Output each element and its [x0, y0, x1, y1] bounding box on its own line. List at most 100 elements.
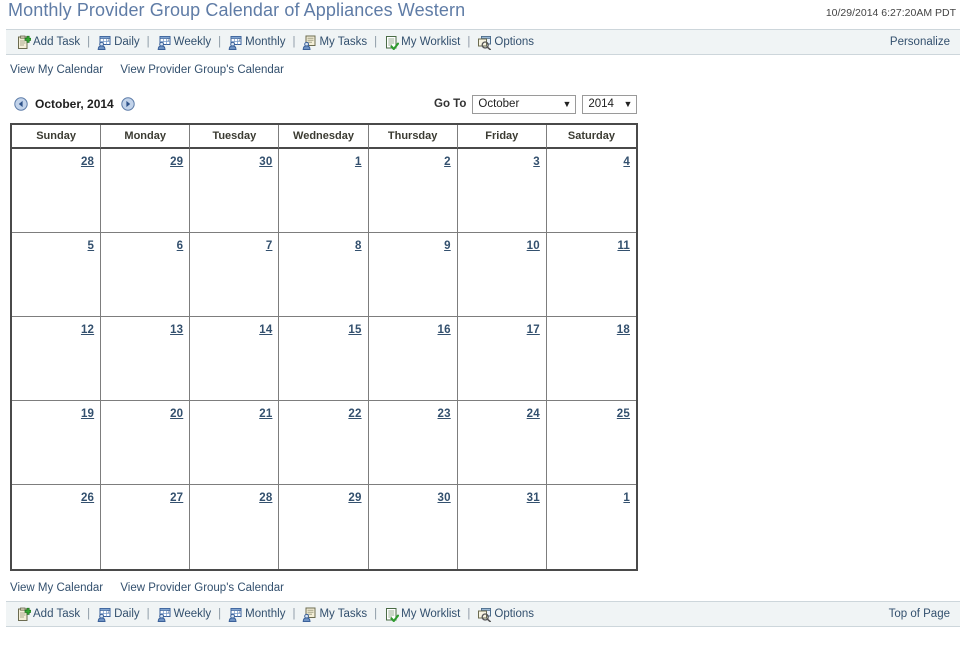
calendar-day-cell[interactable]: 1 [546, 485, 636, 569]
day-number-link[interactable]: 5 [88, 240, 95, 252]
calendar-day-cell[interactable]: 22 [279, 401, 369, 485]
toolbar-item-my-worklist-bottom[interactable]: My Worklist [384, 607, 460, 622]
day-number-link[interactable]: 30 [438, 492, 451, 504]
toolbar-item-monthly-bottom[interactable]: 1 Monthly [228, 607, 285, 622]
goto-label: Go To [434, 98, 467, 110]
calendar-day-cell[interactable]: 15 [279, 317, 369, 401]
arrow-left-circle-icon[interactable] [14, 97, 28, 111]
toolbar-item-label: Weekly [173, 608, 212, 620]
day-number-link[interactable]: 29 [348, 492, 361, 504]
toolbar-item-daily-bottom[interactable]: 1 Daily [97, 607, 140, 622]
calendar-day-cell[interactable]: 27 [101, 485, 191, 569]
day-number-link[interactable]: 9 [444, 240, 451, 252]
day-number-link[interactable]: 22 [348, 408, 361, 420]
toolbar-item-label: My Worklist [401, 608, 461, 620]
toolbar-item-add-task-bottom[interactable]: Add Task [16, 607, 80, 622]
year-select[interactable]: 2014 ▼ [582, 94, 638, 114]
day-number-link[interactable]: 14 [259, 324, 272, 336]
toolbar-item-label: Daily [114, 608, 140, 620]
calendar-day-cell[interactable]: 2 [368, 149, 458, 233]
day-number-link[interactable]: 8 [355, 240, 362, 252]
day-number-link[interactable]: 1 [355, 156, 362, 168]
calendar-day-cell[interactable]: 29 [279, 485, 369, 569]
page-title: Monthly Provider Group Calendar of Appli… [8, 0, 466, 20]
toolbar-item-options-bottom[interactable]: Options [477, 607, 534, 622]
calendar-day-cell[interactable]: 31 [457, 485, 547, 569]
calendar-day-cell[interactable]: 4 [546, 149, 636, 233]
toolbar-item-weekly-top[interactable]: 1 Weekly [157, 35, 211, 50]
top-of-page-link[interactable]: Top of Page [889, 608, 950, 620]
calendar-day-cell[interactable]: 24 [457, 401, 547, 485]
toolbar-top: Add Task | 1 Daily | 1 Weekly | 1 Monthly | My Task… [6, 29, 960, 55]
toolbar-item-monthly-top[interactable]: 1 Monthly [228, 35, 285, 50]
day-number-link[interactable]: 12 [81, 324, 94, 336]
toolbar-item-my-worklist-top[interactable]: My Worklist [384, 35, 460, 50]
calendar-day-cell[interactable]: 30 [368, 485, 458, 569]
day-number-link[interactable]: 10 [527, 240, 540, 252]
view-group-calendar-link-bottom[interactable]: View Provider Group's Calendar [120, 582, 284, 594]
calendar-day-cell[interactable]: 6 [101, 233, 191, 317]
day-number-link[interactable]: 30 [259, 156, 272, 168]
calendar-day-cell[interactable]: 17 [457, 317, 547, 401]
day-number-link[interactable]: 25 [617, 408, 630, 420]
day-number-link[interactable]: 20 [170, 408, 183, 420]
calendar-day-cell[interactable]: 30 [190, 149, 280, 233]
toolbar-item-options-top[interactable]: Options [477, 35, 534, 50]
calendar-day-cell[interactable]: 10 [457, 233, 547, 317]
day-number-link[interactable]: 27 [170, 492, 183, 504]
day-number-link[interactable]: 6 [177, 240, 184, 252]
day-number-link[interactable]: 11 [617, 240, 630, 252]
arrow-right-circle-icon[interactable] [121, 97, 135, 111]
day-number-link[interactable]: 17 [527, 324, 540, 336]
calendar-day-cell[interactable]: 19 [12, 401, 102, 485]
view-my-calendar-link-top[interactable]: View My Calendar [10, 64, 103, 76]
toolbar-item-add-task-top[interactable]: Add Task [16, 35, 80, 50]
day-number-link[interactable]: 29 [170, 156, 183, 168]
calendar-day-cell[interactable]: 3 [457, 149, 547, 233]
calendar-day-cell[interactable]: 18 [546, 317, 636, 401]
calendar-day-cell[interactable]: 23 [368, 401, 458, 485]
calendar-day-cell[interactable]: 21 [190, 401, 280, 485]
day-number-link[interactable]: 7 [266, 240, 273, 252]
day-number-link[interactable]: 2 [444, 156, 451, 168]
day-number-link[interactable]: 26 [81, 492, 94, 504]
day-number-link[interactable]: 31 [527, 492, 540, 504]
month-select[interactable]: October ▼ [472, 94, 577, 114]
day-number-link[interactable]: 23 [438, 408, 451, 420]
toolbar-item-daily-top[interactable]: 1 Daily [97, 35, 140, 50]
day-number-link[interactable]: 4 [623, 156, 630, 168]
day-number-link[interactable]: 15 [348, 324, 361, 336]
calendar-day-cell[interactable]: 28 [12, 149, 102, 233]
day-number-link[interactable]: 24 [527, 408, 540, 420]
calendar-day-cell[interactable]: 8 [279, 233, 369, 317]
day-number-link[interactable]: 28 [259, 492, 272, 504]
day-number-link[interactable]: 1 [623, 492, 630, 504]
personalize-link[interactable]: Personalize [890, 36, 950, 48]
calendar-day-cell[interactable]: 9 [368, 233, 458, 317]
day-number-link[interactable]: 16 [438, 324, 451, 336]
calendar-day-cell[interactable]: 12 [12, 317, 102, 401]
calendar-day-cell[interactable]: 1 [279, 149, 369, 233]
calendar-day-cell[interactable]: 25 [546, 401, 636, 485]
calendar-day-cell[interactable]: 13 [101, 317, 191, 401]
calendar-day-cell[interactable]: 14 [190, 317, 280, 401]
toolbar-item-weekly-bottom[interactable]: 1 Weekly [157, 607, 212, 622]
day-number-link[interactable]: 19 [81, 408, 94, 420]
day-number-link[interactable]: 21 [259, 408, 272, 420]
toolbar-item-my-tasks-top[interactable]: My Tasks [302, 35, 367, 50]
calendar-day-cell[interactable]: 28 [190, 485, 280, 569]
calendar-day-cell[interactable]: 20 [101, 401, 191, 485]
day-number-link[interactable]: 28 [81, 156, 94, 168]
view-my-calendar-link-bottom[interactable]: View My Calendar [10, 582, 103, 594]
calendar-day-cell[interactable]: 11 [546, 233, 636, 317]
day-number-link[interactable]: 18 [617, 324, 630, 336]
day-number-link[interactable]: 13 [170, 324, 183, 336]
calendar-day-cell[interactable]: 5 [12, 233, 102, 317]
toolbar-item-my-tasks-bottom[interactable]: My Tasks [302, 607, 367, 622]
calendar-day-cell[interactable]: 29 [101, 149, 191, 233]
view-group-calendar-link-top[interactable]: View Provider Group's Calendar [120, 64, 284, 76]
calendar-day-cell[interactable]: 26 [12, 485, 102, 569]
calendar-day-cell[interactable]: 7 [190, 233, 280, 317]
calendar-day-cell[interactable]: 16 [368, 317, 458, 401]
day-number-link[interactable]: 3 [533, 156, 540, 168]
